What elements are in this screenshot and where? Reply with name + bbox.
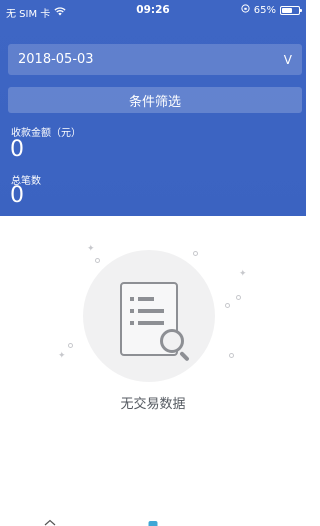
date-select[interactable]: 2018-05-03 V (8, 44, 302, 75)
doc-line (130, 309, 164, 313)
profile-icon[interactable] (252, 516, 264, 526)
circle-dot-icon (95, 258, 100, 263)
circle-dot-icon (193, 251, 198, 256)
circle-dot-icon (229, 353, 234, 358)
status-bar: 无 SIM 卡 09:26 65% (0, 0, 306, 22)
circle-dot-icon (68, 343, 73, 348)
sparkle-icon: ✦ (58, 351, 66, 361)
wallet-icon[interactable] (147, 516, 159, 526)
doc-line (130, 321, 164, 325)
status-right: 65% (241, 4, 302, 16)
doc-line (130, 297, 154, 301)
empty-message: 无交易数据 (120, 397, 186, 412)
tab-bar (0, 512, 306, 526)
header-panel: 无 SIM 卡 09:26 65% 2018-05-03 V 条件筛选 收款金额… (0, 0, 306, 216)
chevron-down-icon: V (283, 52, 292, 67)
orientation-lock-icon (241, 4, 250, 16)
circle-dot-icon (225, 303, 230, 308)
filter-button[interactable]: 条件筛选 (8, 87, 302, 113)
circle-dot-icon (236, 295, 241, 300)
sparkle-icon: ✦ (87, 244, 95, 254)
sparkle-icon: ✦ (239, 269, 247, 279)
amount-value: 0 (10, 137, 24, 162)
battery-percent: 65% (253, 4, 276, 16)
magnifier-icon (160, 329, 184, 353)
battery-icon (280, 5, 302, 15)
count-value: 0 (10, 183, 24, 208)
date-value: 2018-05-03 (18, 52, 94, 67)
battery-fill (282, 7, 293, 13)
home-icon[interactable] (44, 516, 56, 526)
